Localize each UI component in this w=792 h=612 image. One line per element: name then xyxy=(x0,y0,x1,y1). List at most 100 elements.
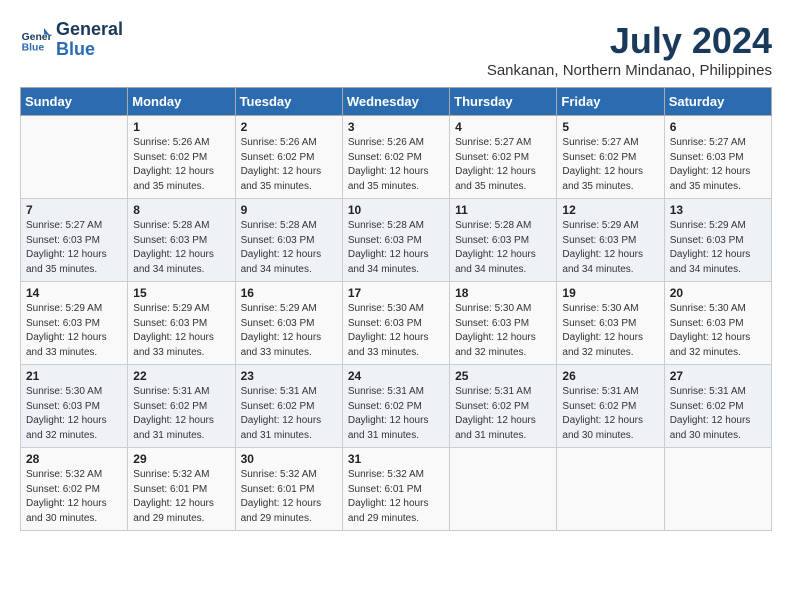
calendar-cell: 22Sunrise: 5:31 AMSunset: 6:02 PMDayligh… xyxy=(128,365,235,448)
day-info: Sunrise: 5:32 AMSunset: 6:01 PMDaylight:… xyxy=(133,468,229,526)
weekday-header-tuesday: Tuesday xyxy=(235,88,342,116)
day-info: Sunrise: 5:30 AMSunset: 6:03 PMDaylight:… xyxy=(670,302,766,360)
day-info: Sunrise: 5:29 AMSunset: 6:03 PMDaylight:… xyxy=(241,302,337,360)
day-info: Sunrise: 5:28 AMSunset: 6:03 PMDaylight:… xyxy=(133,219,229,277)
day-info: Sunrise: 5:32 AMSunset: 6:01 PMDaylight:… xyxy=(241,468,337,526)
calendar-week-row: 21Sunrise: 5:30 AMSunset: 6:03 PMDayligh… xyxy=(21,365,772,448)
calendar-cell: 10 Sunrise: 5:28 AMSunset: 6:03 PMDayligh… xyxy=(342,199,449,282)
calendar-cell: 30Sunrise: 5:32 AMSunset: 6:01 PMDayligh… xyxy=(235,448,342,531)
day-info: Sunrise: 5:29 AMSunset: 6:03 PMDaylight:… xyxy=(670,219,766,277)
calendar-cell: 21Sunrise: 5:30 AMSunset: 6:03 PMDayligh… xyxy=(21,365,128,448)
day-number: 27 xyxy=(670,369,766,383)
calendar-cell: 25Sunrise: 5:31 AMSunset: 6:02 PMDayligh… xyxy=(450,365,557,448)
day-info: Sunrise: 5:31 AMSunset: 6:02 PMDaylight:… xyxy=(241,385,337,443)
calendar-cell: 27 Sunrise: 5:31 AMSunset: 6:02 PMDayligh… xyxy=(664,365,771,448)
calendar-cell: 6 Sunrise: 5:27 AMSunset: 6:03 PMDaylight… xyxy=(664,116,771,199)
day-number: 16 xyxy=(241,286,337,300)
day-number: 31 xyxy=(348,452,444,466)
calendar-cell: 20 Sunrise: 5:30 AMSunset: 6:03 PMDayligh… xyxy=(664,282,771,365)
day-number: 15 xyxy=(133,286,229,300)
day-info: Sunrise: 5:27 AMSunset: 6:03 PMDaylight:… xyxy=(670,136,766,194)
day-number: 24 xyxy=(348,369,444,383)
day-number: 18 xyxy=(455,286,551,300)
day-info: Sunrise: 5:30 AMSunset: 6:03 PMDaylight:… xyxy=(26,385,122,443)
day-info: Sunrise: 5:27 AMSunset: 6:02 PMDaylight:… xyxy=(455,136,551,194)
calendar-cell xyxy=(557,448,664,531)
weekday-header-sunday: Sunday xyxy=(21,88,128,116)
day-info: Sunrise: 5:29 AMSunset: 6:03 PMDaylight:… xyxy=(133,302,229,360)
calendar-week-row: 14 Sunrise: 5:29 AMSunset: 6:03 PMDayligh… xyxy=(21,282,772,365)
calendar-cell: 9 Sunrise: 5:28 AMSunset: 6:03 PMDaylight… xyxy=(235,199,342,282)
day-number: 5 xyxy=(562,120,658,134)
day-number: 9 xyxy=(241,203,337,217)
day-info: Sunrise: 5:31 AMSunset: 6:02 PMDaylight:… xyxy=(562,385,658,443)
logo-icon: General Blue xyxy=(20,24,52,56)
day-number: 8 xyxy=(133,203,229,217)
day-info: Sunrise: 5:31 AMSunset: 6:02 PMDaylight:… xyxy=(133,385,229,443)
calendar-cell: 18 Sunrise: 5:30 AMSunset: 6:03 PMDayligh… xyxy=(450,282,557,365)
day-info: Sunrise: 5:28 AMSunset: 6:03 PMDaylight:… xyxy=(348,219,444,277)
day-number: 19 xyxy=(562,286,658,300)
weekday-header-saturday: Saturday xyxy=(664,88,771,116)
day-number: 29 xyxy=(133,452,229,466)
calendar-table: SundayMondayTuesdayWednesdayThursdayFrid… xyxy=(20,87,772,531)
weekday-header-monday: Monday xyxy=(128,88,235,116)
calendar-cell: 15 Sunrise: 5:29 AMSunset: 6:03 PMDayligh… xyxy=(128,282,235,365)
day-info: Sunrise: 5:28 AMSunset: 6:03 PMDaylight:… xyxy=(241,219,337,277)
day-number: 2 xyxy=(241,120,337,134)
day-number: 26 xyxy=(562,369,658,383)
day-number: 20 xyxy=(670,286,766,300)
calendar-cell: 19 Sunrise: 5:30 AMSunset: 6:03 PMDayligh… xyxy=(557,282,664,365)
day-number: 17 xyxy=(348,286,444,300)
weekday-header-wednesday: Wednesday xyxy=(342,88,449,116)
calendar-cell: 1 Sunrise: 5:26 AMSunset: 6:02 PMDaylight… xyxy=(128,116,235,199)
calendar-cell: 23 Sunrise: 5:31 AMSunset: 6:02 PMDayligh… xyxy=(235,365,342,448)
day-number: 3 xyxy=(348,120,444,134)
calendar-cell xyxy=(450,448,557,531)
day-number: 23 xyxy=(241,369,337,383)
calendar-cell: 13 Sunrise: 5:29 AMSunset: 6:03 PMDayligh… xyxy=(664,199,771,282)
calendar-week-row: 7Sunrise: 5:27 AMSunset: 6:03 PMDaylight… xyxy=(21,199,772,282)
title-block: July 2024 Sankanan, Northern Mindanao, P… xyxy=(487,20,772,79)
calendar-cell: 28Sunrise: 5:32 AMSunset: 6:02 PMDayligh… xyxy=(21,448,128,531)
day-number: 10 xyxy=(348,203,444,217)
day-number: 1 xyxy=(133,120,229,134)
calendar-cell: 14 Sunrise: 5:29 AMSunset: 6:03 PMDayligh… xyxy=(21,282,128,365)
calendar-cell: 5 Sunrise: 5:27 AMSunset: 6:02 PMDaylight… xyxy=(557,116,664,199)
day-number: 7 xyxy=(26,203,122,217)
day-info: Sunrise: 5:30 AMSunset: 6:03 PMDaylight:… xyxy=(455,302,551,360)
calendar-cell: 8 Sunrise: 5:28 AMSunset: 6:03 PMDaylight… xyxy=(128,199,235,282)
day-number: 4 xyxy=(455,120,551,134)
calendar-cell: 7Sunrise: 5:27 AMSunset: 6:03 PMDaylight… xyxy=(21,199,128,282)
calendar-cell: 29 Sunrise: 5:32 AMSunset: 6:01 PMDayligh… xyxy=(128,448,235,531)
day-info: Sunrise: 5:29 AMSunset: 6:03 PMDaylight:… xyxy=(26,302,122,360)
calendar-cell: 3Sunrise: 5:26 AMSunset: 6:02 PMDaylight… xyxy=(342,116,449,199)
calendar-cell: 16 Sunrise: 5:29 AMSunset: 6:03 PMDayligh… xyxy=(235,282,342,365)
logo-line1: General xyxy=(56,19,123,39)
location: Sankanan, Northern Mindanao, Philippines xyxy=(487,62,772,79)
day-info: Sunrise: 5:29 AMSunset: 6:03 PMDaylight:… xyxy=(562,219,658,277)
day-number: 28 xyxy=(26,452,122,466)
weekday-header-row: SundayMondayTuesdayWednesdayThursdayFrid… xyxy=(21,88,772,116)
day-info: Sunrise: 5:31 AMSunset: 6:02 PMDaylight:… xyxy=(455,385,551,443)
month-year: July 2024 xyxy=(487,20,772,62)
day-number: 12 xyxy=(562,203,658,217)
day-info: Sunrise: 5:28 AMSunset: 6:03 PMDaylight:… xyxy=(455,219,551,277)
day-number: 13 xyxy=(670,203,766,217)
calendar-cell xyxy=(21,116,128,199)
day-number: 11 xyxy=(455,203,551,217)
day-number: 6 xyxy=(670,120,766,134)
calendar-cell: 11 Sunrise: 5:28 AMSunset: 6:03 PMDayligh… xyxy=(450,199,557,282)
day-info: Sunrise: 5:31 AMSunset: 6:02 PMDaylight:… xyxy=(670,385,766,443)
calendar-week-row: 28Sunrise: 5:32 AMSunset: 6:02 PMDayligh… xyxy=(21,448,772,531)
day-info: Sunrise: 5:27 AMSunset: 6:02 PMDaylight:… xyxy=(562,136,658,194)
weekday-header-friday: Friday xyxy=(557,88,664,116)
svg-text:Blue: Blue xyxy=(22,42,45,53)
logo: General Blue General Blue xyxy=(20,20,123,60)
logo-text: General Blue xyxy=(56,20,123,60)
calendar-cell: 4 Sunrise: 5:27 AMSunset: 6:02 PMDaylight… xyxy=(450,116,557,199)
day-info: Sunrise: 5:26 AMSunset: 6:02 PMDaylight:… xyxy=(133,136,229,194)
day-info: Sunrise: 5:30 AMSunset: 6:03 PMDaylight:… xyxy=(562,302,658,360)
day-number: 14 xyxy=(26,286,122,300)
calendar-cell: 24Sunrise: 5:31 AMSunset: 6:02 PMDayligh… xyxy=(342,365,449,448)
